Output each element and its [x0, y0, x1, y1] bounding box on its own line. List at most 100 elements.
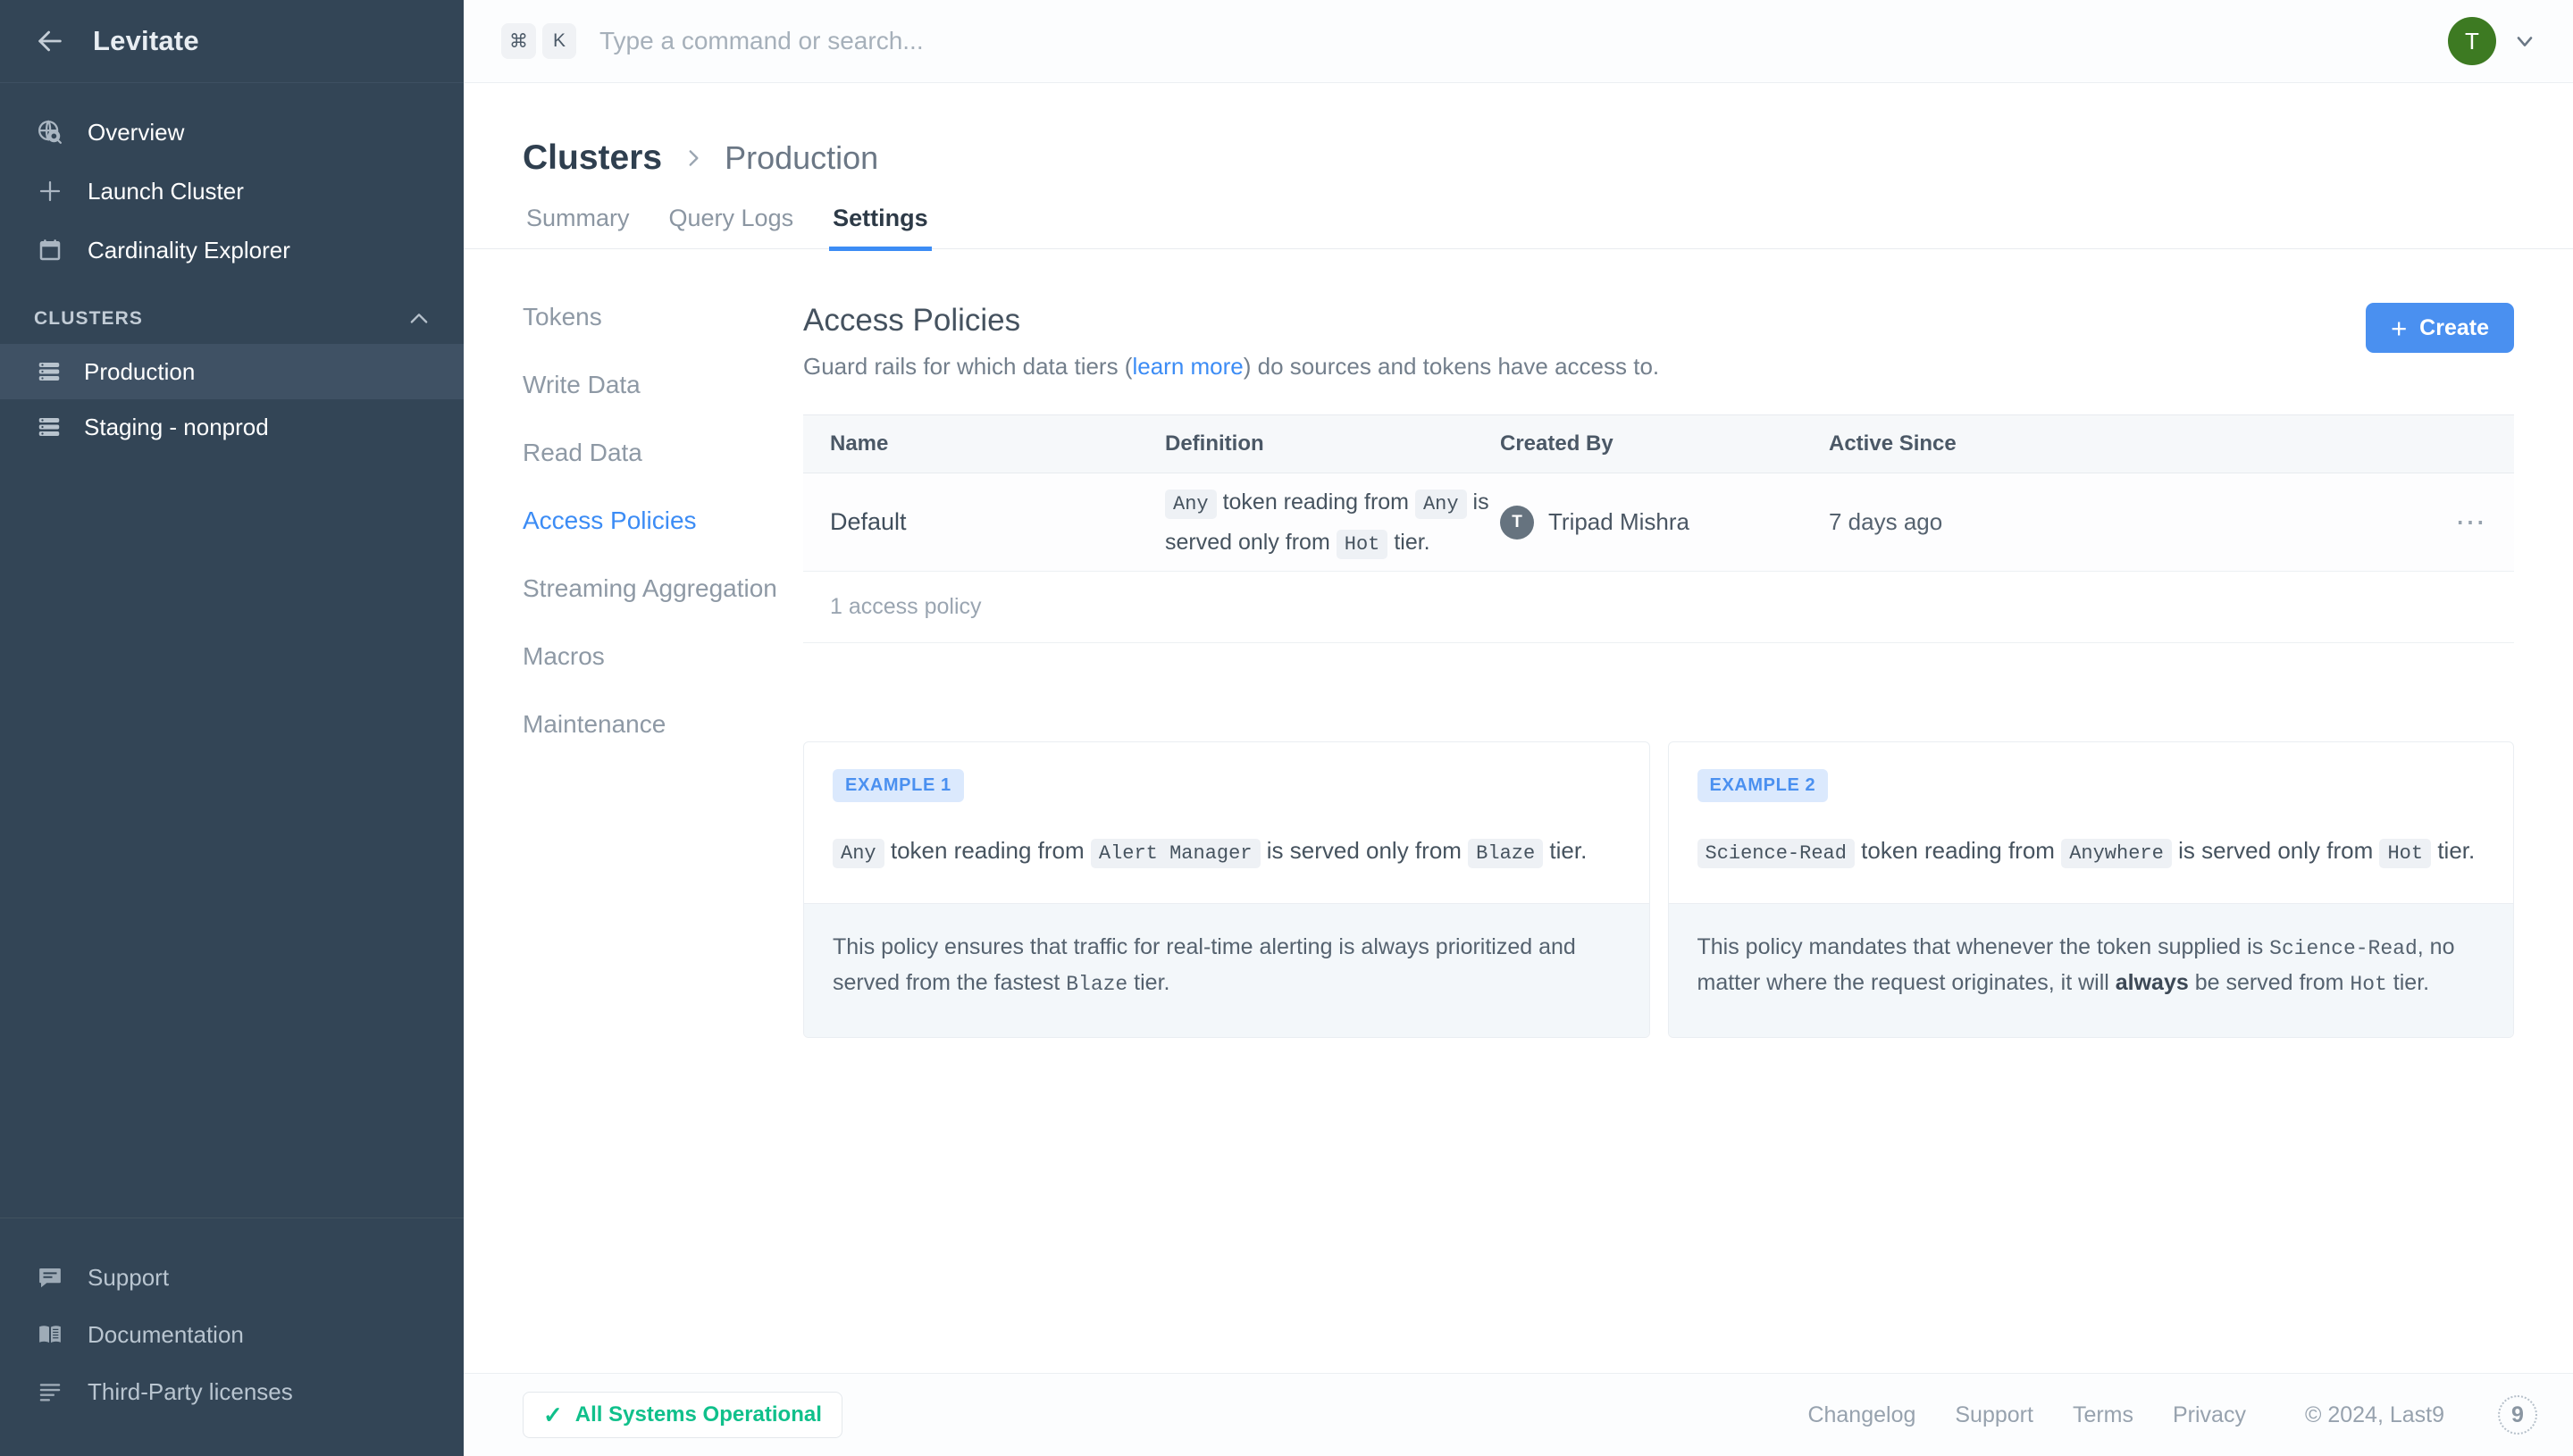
sidebar-item-label: Cardinality Explorer — [88, 237, 290, 264]
footer-link-changelog[interactable]: Changelog — [1807, 1402, 1915, 1428]
sidebar-cluster-label: Production — [84, 358, 195, 386]
page-subtitle: Guard rails for which data tiers (learn … — [803, 353, 1659, 381]
sidebar-item-label: Third-Party licenses — [88, 1378, 293, 1406]
sidebar-header: Levitate — [0, 0, 464, 83]
example-card-2: EXAMPLE 2 Science-Read token reading fro… — [1668, 741, 2515, 1038]
avatar[interactable]: T — [2448, 17, 2496, 65]
calendar-icon — [34, 234, 66, 266]
sidebar-item-staging-nonprod[interactable]: Staging - nonprod — [0, 399, 464, 455]
page-footer: ✓ All Systems Operational Changelog Supp… — [464, 1373, 2573, 1456]
cell-row-actions: ⋯ — [2124, 507, 2487, 538]
last9-logo-icon: 9 — [2498, 1395, 2537, 1435]
column-header-name: Name — [830, 431, 1165, 456]
account-menu[interactable]: T — [2448, 17, 2537, 65]
example-2-source-chip: Anywhere — [2061, 839, 2172, 868]
server-icon — [34, 412, 64, 442]
example-1-statement: Any token reading from Alert Manager is … — [833, 829, 1621, 873]
chevron-up-icon[interactable] — [406, 306, 432, 331]
tab-summary[interactable]: Summary — [523, 205, 633, 251]
breadcrumb: Clusters Production — [464, 83, 2573, 178]
sidenav-item-access-policies[interactable]: Access Policies — [523, 506, 803, 535]
tab-settings[interactable]: Settings — [829, 205, 932, 251]
page-title: Access Policies — [803, 303, 1659, 339]
example-2-statement-block: EXAMPLE 2 Science-Read token reading fro… — [1669, 742, 2514, 903]
chevron-down-icon[interactable] — [2512, 29, 2537, 54]
cell-created-by: T Tripad Mishra — [1500, 506, 1829, 540]
subtitle-after: ) do sources and tokens have access to. — [1244, 353, 1659, 380]
example-2-tier-chip: Hot — [2379, 839, 2431, 868]
settings-body: Tokens Write Data Read Data Access Polic… — [464, 249, 2573, 1038]
content: Clusters Production Summary Query Logs S… — [464, 83, 2573, 1373]
created-by-name: Tripad Mishra — [1548, 508, 1689, 536]
more-horizontal-icon[interactable]: ⋯ — [2455, 507, 2487, 538]
sidebar-item-cardinality-explorer[interactable]: Cardinality Explorer — [0, 221, 464, 280]
status-badge-label: All Systems Operational — [575, 1402, 822, 1427]
table-footer-count: 1 access policy — [803, 572, 2514, 643]
example-1-text-1: token reading from — [891, 837, 1085, 864]
example-2-statement: Science-Read token reading from Anywhere… — [1697, 829, 2485, 873]
back-arrow-icon[interactable] — [30, 21, 70, 61]
sidenav-item-write-data[interactable]: Write Data — [523, 371, 803, 399]
column-header-created-by: Created By — [1500, 431, 1829, 456]
sidebar-item-support[interactable]: Support — [0, 1249, 464, 1306]
create-button[interactable]: + Create — [2366, 303, 2514, 353]
footer-link-privacy[interactable]: Privacy — [2173, 1402, 2246, 1428]
chat-icon — [34, 1261, 66, 1293]
examples-section: EXAMPLE 1 Any token reading from Alert M… — [803, 741, 2514, 1038]
example-1-text-3: tier. — [1549, 837, 1587, 864]
create-button-label: Create — [2419, 315, 2489, 341]
sidebar: Levitate Overview Launch Cluster Cardina… — [0, 0, 464, 1456]
column-header-definition: Definition — [1165, 431, 1500, 456]
search-input[interactable] — [599, 27, 2448, 55]
example-2-text-3: tier. — [2437, 837, 2475, 864]
table-row[interactable]: Default Any token reading from Any is se… — [803, 473, 2514, 572]
command-shortcut[interactable]: ⌘ K — [501, 23, 576, 59]
sidebar-item-overview[interactable]: Overview — [0, 103, 464, 162]
sidebar-item-third-party-licenses[interactable]: Third-Party licenses — [0, 1363, 464, 1420]
tab-query-logs[interactable]: Query Logs — [666, 205, 798, 251]
sidebar-item-label: Documentation — [88, 1321, 244, 1349]
plus-icon: + — [2391, 314, 2407, 342]
avatar: T — [1500, 506, 1534, 540]
cell-policy-name: Default — [830, 508, 1165, 536]
definition-source-chip: Any — [1415, 490, 1467, 519]
sidebar-cluster-label: Staging - nonprod — [84, 414, 269, 441]
cell-active-since: 7 days ago — [1829, 508, 2124, 536]
status-badge[interactable]: ✓ All Systems Operational — [523, 1392, 842, 1438]
sidebar-section-clusters[interactable]: CLUSTERS — [0, 280, 464, 344]
sidenav-item-read-data[interactable]: Read Data — [523, 439, 803, 467]
main-area: ⌘ K T Clusters Production Summary — [464, 0, 2573, 1456]
subtitle-before: Guard rails for which data tiers ( — [803, 353, 1132, 380]
sidebar-item-label: Support — [88, 1264, 169, 1292]
example-1-text-2: is served only from — [1267, 837, 1462, 864]
example-2-token-chip: Science-Read — [1697, 839, 1855, 868]
tab-bar: Summary Query Logs Settings — [464, 178, 2573, 249]
example-1-note: This policy ensures that traffic for rea… — [804, 903, 1649, 1037]
plus-icon — [34, 175, 66, 207]
definition-text-1: token reading from — [1223, 490, 1409, 515]
copyright-text: © 2024, Last9 — [2305, 1402, 2444, 1428]
definition-tier-chip: Hot — [1337, 530, 1388, 559]
sidenav-item-maintenance[interactable]: Maintenance — [523, 710, 803, 739]
example-2-badge: EXAMPLE 2 — [1697, 769, 1829, 802]
footer-link-support[interactable]: Support — [1955, 1402, 2033, 1428]
sidebar-item-launch-cluster[interactable]: Launch Cluster — [0, 162, 464, 221]
example-2-text-2: is served only from — [2178, 837, 2373, 864]
example-1-statement-block: EXAMPLE 1 Any token reading from Alert M… — [804, 742, 1649, 903]
sidenav-item-macros[interactable]: Macros — [523, 642, 803, 671]
footer-link-terms[interactable]: Terms — [2073, 1402, 2133, 1428]
brand-title: Levitate — [93, 25, 199, 57]
sidebar-item-production[interactable]: Production — [0, 344, 464, 399]
breadcrumb-current: Production — [725, 139, 878, 177]
learn-more-link[interactable]: learn more — [1132, 353, 1243, 380]
settings-sidenav: Tokens Write Data Read Data Access Polic… — [464, 303, 803, 1038]
example-1-source-chip: Alert Manager — [1091, 839, 1261, 868]
column-header-active-since: Active Since — [1829, 431, 2124, 456]
access-policies-table: Name Definition Created By Active Since … — [803, 414, 2514, 643]
sidenav-item-tokens[interactable]: Tokens — [523, 303, 803, 331]
example-1-badge: EXAMPLE 1 — [833, 769, 964, 802]
sidebar-nav: Overview Launch Cluster Cardinality Expl… — [0, 83, 464, 1218]
sidebar-item-documentation[interactable]: Documentation — [0, 1306, 464, 1363]
sidenav-item-streaming-aggregation[interactable]: Streaming Aggregation — [523, 574, 803, 603]
breadcrumb-root[interactable]: Clusters — [523, 138, 662, 178]
